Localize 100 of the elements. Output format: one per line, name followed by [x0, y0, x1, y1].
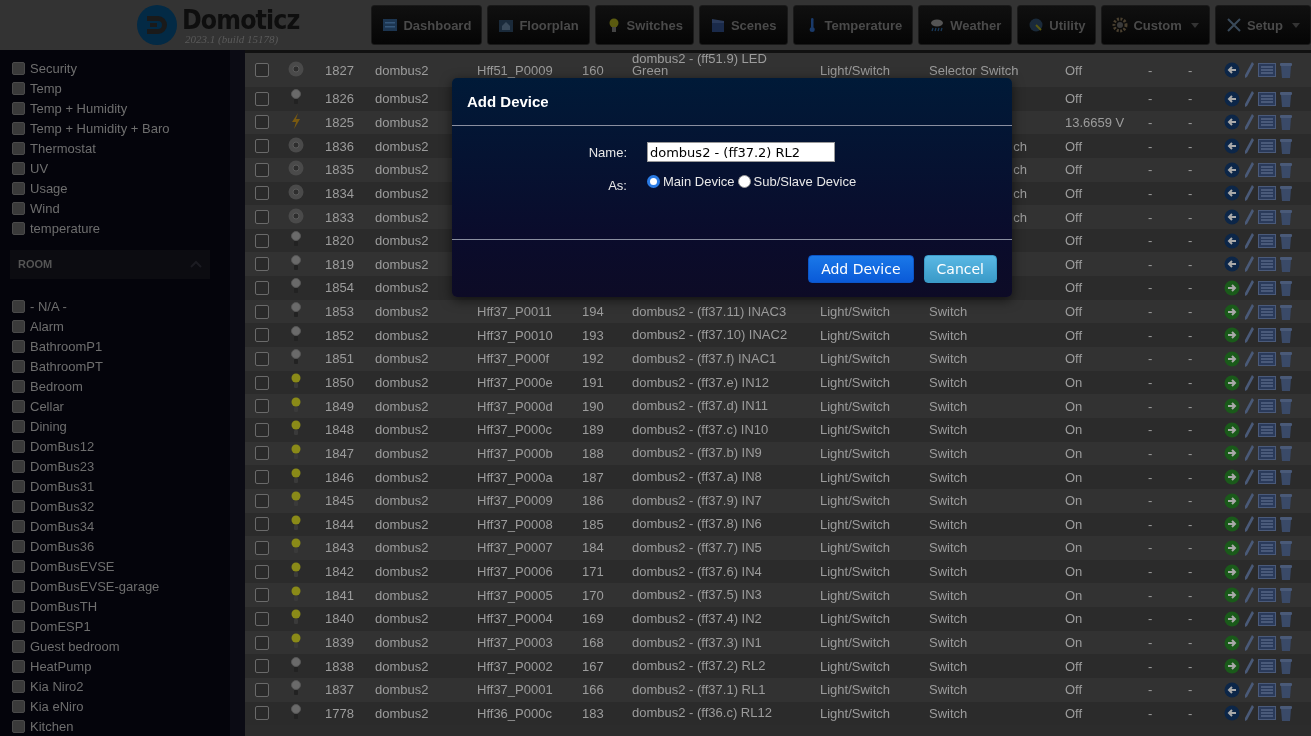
- filter-item[interactable]: Wind: [12, 198, 220, 219]
- nav-button[interactable]: Switches: [594, 5, 694, 45]
- log-icon[interactable]: [1258, 139, 1276, 154]
- row-checkbox[interactable]: [255, 257, 269, 272]
- arrow-right-icon[interactable]: [1224, 610, 1240, 627]
- trash-icon[interactable]: [1279, 255, 1293, 274]
- trash-icon[interactable]: [1279, 184, 1293, 203]
- log-icon[interactable]: [1258, 611, 1276, 626]
- log-icon[interactable]: [1258, 446, 1276, 461]
- row-checkbox[interactable]: [255, 517, 269, 532]
- arrow-left-icon[interactable]: [1224, 232, 1240, 249]
- arrow-left-icon[interactable]: [1224, 114, 1240, 131]
- nav-button[interactable]: Setup: [1214, 5, 1311, 45]
- filter-item[interactable]: DomBus32: [12, 496, 220, 517]
- trash-icon[interactable]: [1279, 539, 1293, 557]
- filter-item[interactable]: Alarm: [12, 316, 220, 337]
- arrow-right-icon[interactable]: [1224, 421, 1240, 438]
- checkbox[interactable]: [12, 599, 25, 613]
- filter-item[interactable]: Kitchen: [12, 716, 220, 736]
- trash-icon[interactable]: [1279, 491, 1293, 510]
- row-checkbox[interactable]: [255, 399, 269, 414]
- log-icon[interactable]: [1258, 351, 1276, 366]
- arrow-right-icon[interactable]: [1224, 327, 1240, 344]
- nav-button[interactable]: Dashboard: [371, 5, 483, 45]
- arrow-right-icon[interactable]: [1224, 540, 1240, 556]
- radio-option[interactable]: Main Device: [647, 174, 735, 189]
- trash-icon[interactable]: [1279, 586, 1293, 605]
- filter-item[interactable]: BathroomP1: [12, 336, 220, 357]
- checkbox[interactable]: [12, 479, 25, 493]
- checkbox[interactable]: [12, 202, 25, 216]
- row-checkbox[interactable]: [255, 304, 269, 319]
- arrow-right-icon[interactable]: [1224, 303, 1240, 320]
- trash-icon[interactable]: [1279, 137, 1293, 156]
- trash-icon[interactable]: [1279, 562, 1293, 581]
- row-checkbox[interactable]: [255, 541, 269, 555]
- checkbox[interactable]: [12, 142, 25, 156]
- checkbox[interactable]: [12, 162, 25, 176]
- trash-icon[interactable]: [1279, 326, 1293, 345]
- arrow-right-icon[interactable]: [1224, 398, 1240, 415]
- log-icon[interactable]: [1258, 422, 1276, 437]
- row-checkbox[interactable]: [255, 186, 269, 201]
- name-field[interactable]: dombus2 - (ff37.2) RL2: [647, 142, 835, 162]
- arrow-left-icon[interactable]: [1224, 161, 1240, 178]
- row-checkbox[interactable]: [255, 115, 269, 130]
- trash-icon[interactable]: [1279, 633, 1293, 652]
- arrow-right-icon[interactable]: [1224, 563, 1240, 580]
- log-icon[interactable]: [1258, 541, 1276, 555]
- filter-item[interactable]: Kia Niro2: [12, 676, 220, 697]
- trash-icon[interactable]: [1279, 160, 1293, 179]
- nav-button[interactable]: Scenes: [698, 5, 788, 45]
- filter-item[interactable]: Cellar: [12, 396, 220, 417]
- filter-item[interactable]: DomBusTH: [12, 596, 220, 617]
- section-header[interactable]: ROOM: [10, 249, 210, 279]
- row-checkbox[interactable]: [255, 588, 269, 603]
- arrow-left-icon[interactable]: [1224, 138, 1240, 155]
- row-checkbox[interactable]: [255, 493, 269, 508]
- filter-item[interactable]: Guest bedroom: [12, 636, 220, 657]
- row-checkbox[interactable]: [255, 682, 269, 697]
- log-icon[interactable]: [1258, 328, 1276, 343]
- nav-button[interactable]: Custom: [1101, 5, 1210, 45]
- log-icon[interactable]: [1258, 706, 1276, 721]
- row-checkbox[interactable]: [255, 564, 269, 579]
- arrow-left-icon[interactable]: [1224, 705, 1240, 722]
- checkbox[interactable]: [12, 659, 25, 673]
- log-icon[interactable]: [1258, 186, 1276, 201]
- trash-icon[interactable]: [1279, 680, 1293, 699]
- checkbox[interactable]: [12, 679, 25, 693]
- add-button[interactable]: Add Device: [808, 254, 914, 283]
- checkbox[interactable]: [12, 182, 25, 196]
- filter-item[interactable]: Security: [12, 59, 220, 79]
- arrow-left-icon[interactable]: [1224, 185, 1240, 202]
- filter-item[interactable]: DomBus34: [12, 516, 220, 537]
- trash-icon[interactable]: [1279, 420, 1293, 439]
- log-icon[interactable]: [1258, 659, 1276, 674]
- row-checkbox[interactable]: [255, 280, 269, 295]
- filter-item[interactable]: DomBus12: [12, 436, 220, 457]
- checkbox[interactable]: [12, 579, 25, 593]
- arrow-left-icon[interactable]: [1224, 209, 1240, 225]
- checkbox[interactable]: [12, 519, 25, 533]
- row-checkbox[interactable]: [255, 139, 269, 154]
- checkbox[interactable]: [12, 400, 25, 413]
- filter-item[interactable]: BathroomPT: [12, 356, 220, 377]
- checkbox[interactable]: [12, 639, 25, 653]
- row-checkbox[interactable]: [255, 91, 269, 106]
- filter-item[interactable]: Kia eNiro: [12, 696, 220, 716]
- checkbox[interactable]: [12, 380, 25, 394]
- checkbox[interactable]: [12, 439, 25, 453]
- filter-item[interactable]: DomBus31: [12, 476, 220, 497]
- checkbox[interactable]: [12, 459, 25, 473]
- filter-item[interactable]: temperature: [12, 218, 220, 239]
- filter-item[interactable]: DomBus36: [12, 536, 220, 557]
- log-icon[interactable]: [1258, 399, 1276, 414]
- arrow-left-icon[interactable]: [1224, 62, 1240, 78]
- log-icon[interactable]: [1258, 233, 1276, 248]
- checkbox[interactable]: [12, 419, 25, 433]
- row-checkbox[interactable]: [255, 611, 269, 626]
- row-checkbox[interactable]: [255, 470, 269, 485]
- checkbox[interactable]: [12, 340, 25, 354]
- checkbox[interactable]: [12, 719, 25, 733]
- checkbox[interactable]: [12, 122, 25, 136]
